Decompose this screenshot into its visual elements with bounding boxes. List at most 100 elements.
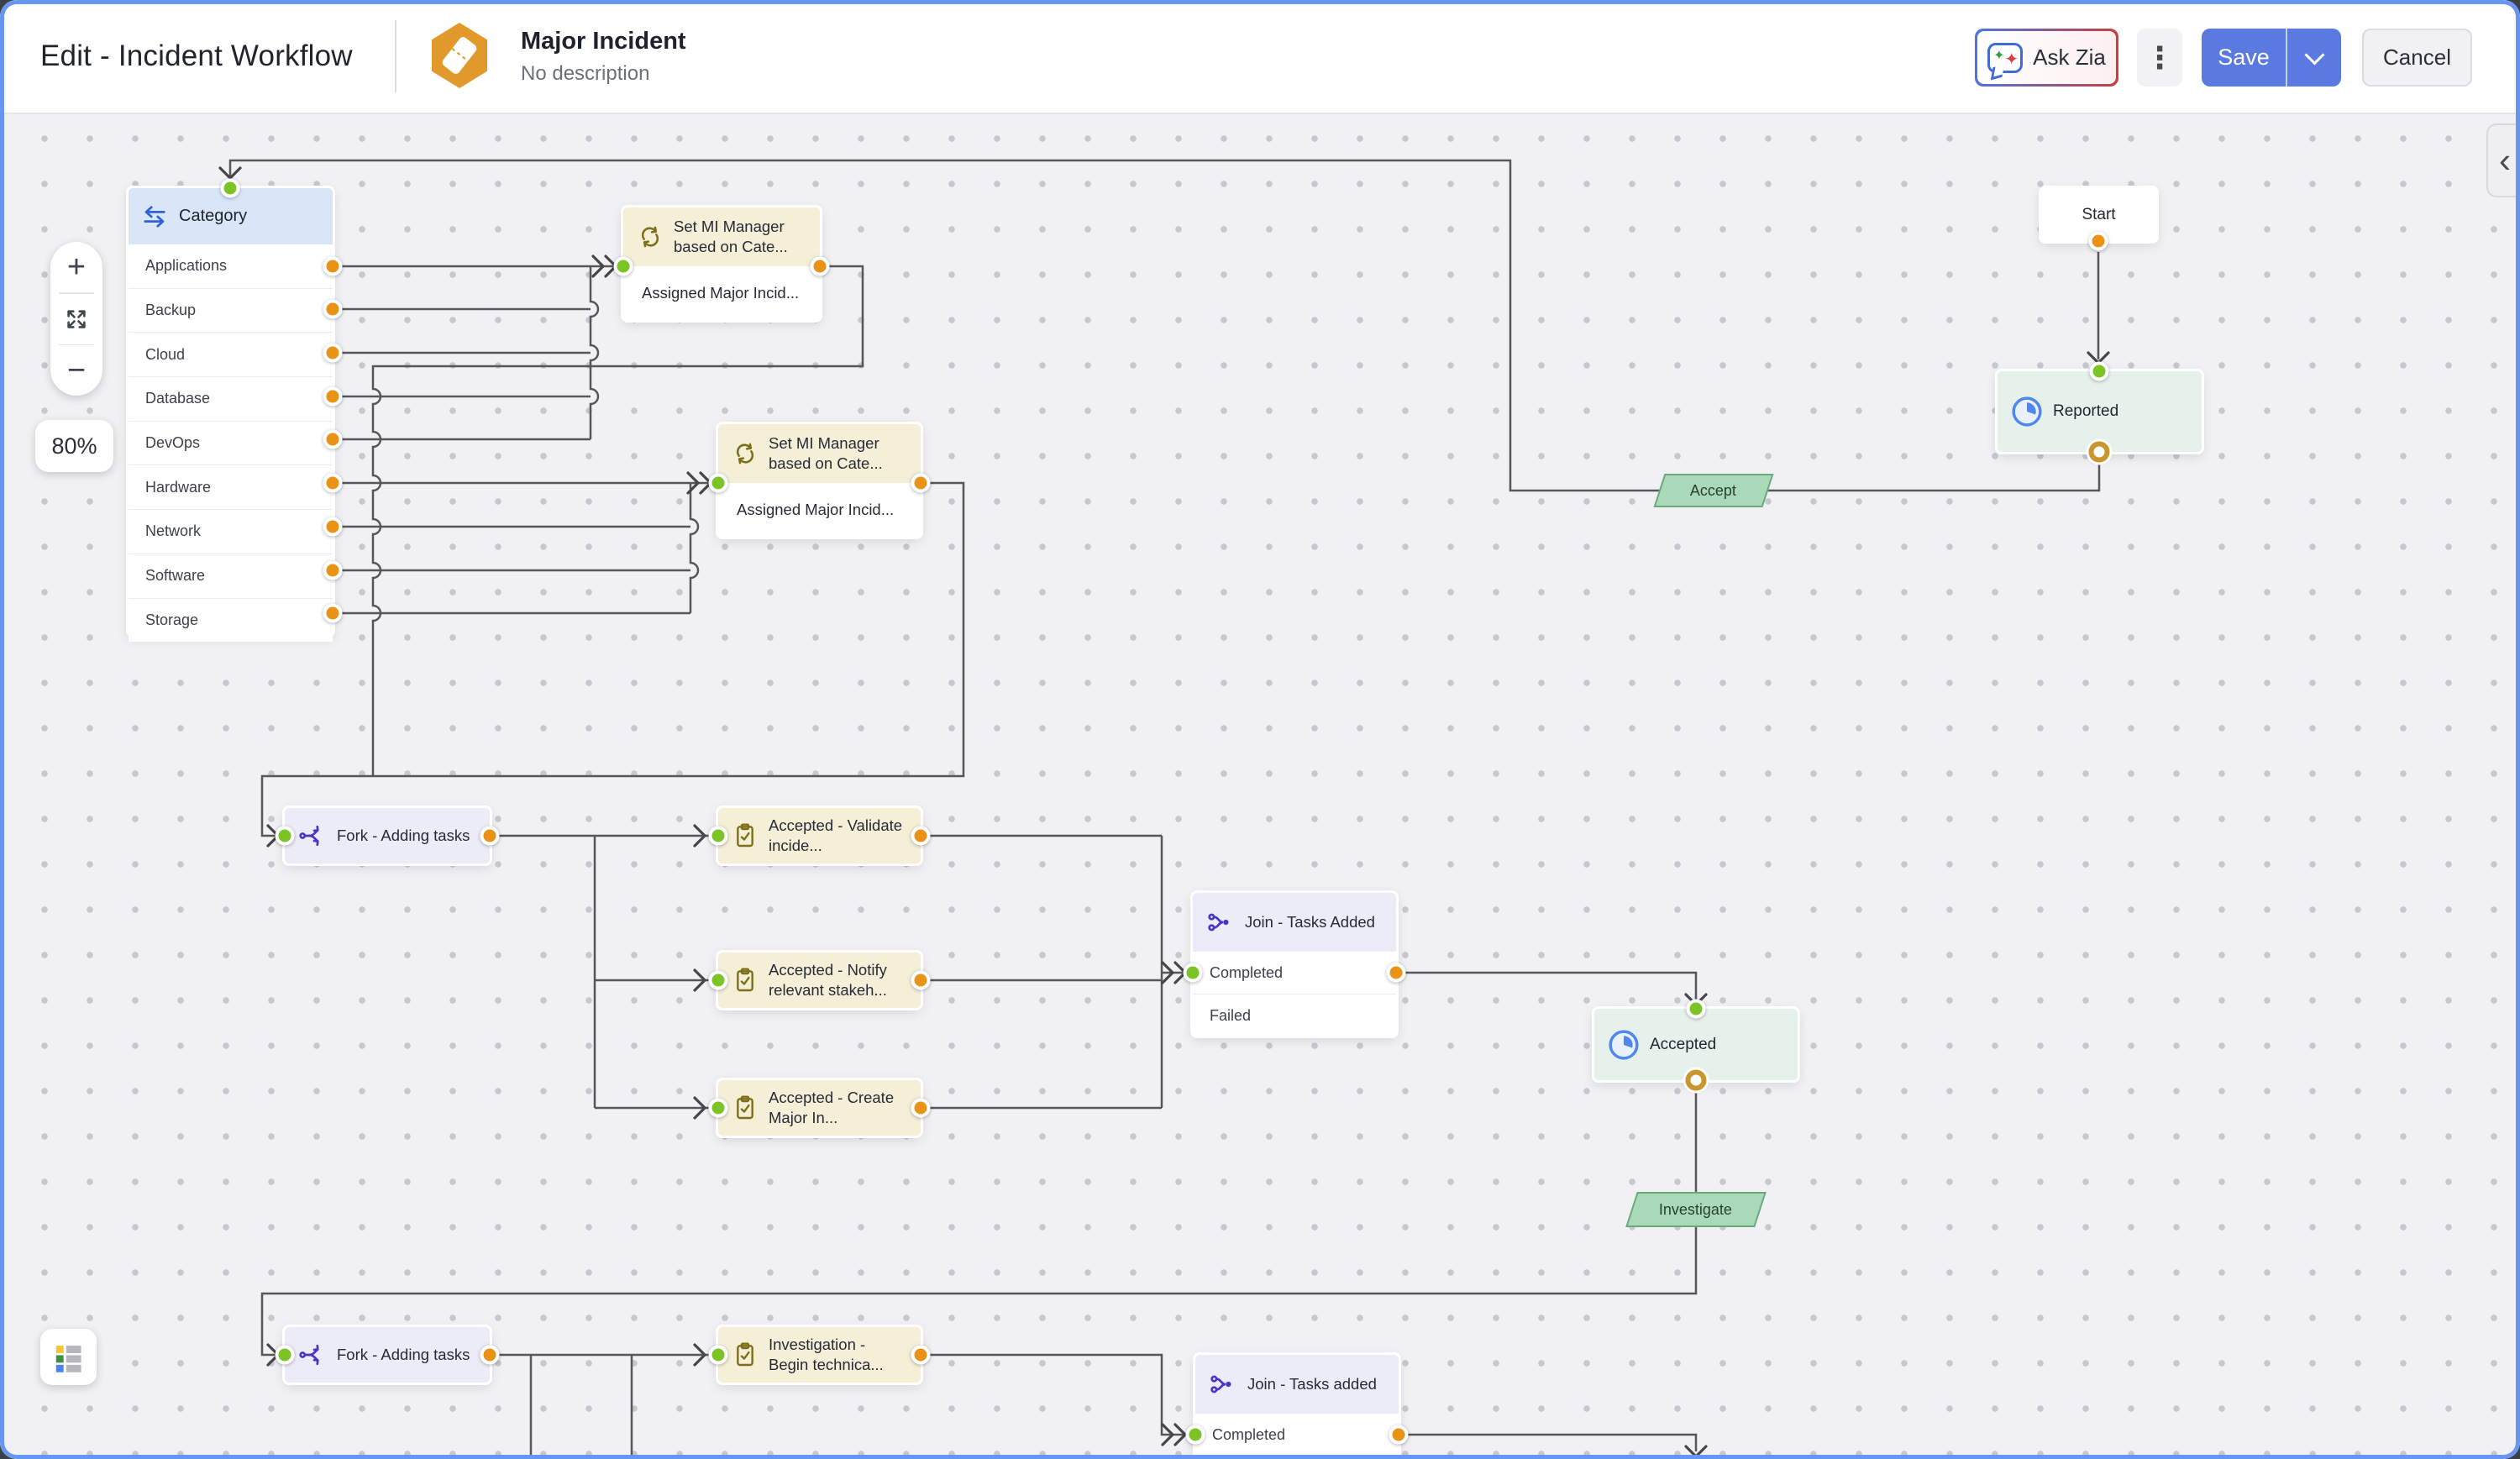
port-out-cloud[interactable]: [323, 344, 343, 363]
port-out-accepted[interactable]: [1686, 1070, 1707, 1091]
port-out-fork-2[interactable]: [480, 1346, 500, 1365]
set-mi-manager-2-transition[interactable]: Assigned Major Incid...: [718, 483, 921, 537]
port-in-set-mi-1[interactable]: [614, 257, 633, 276]
node-category[interactable]: Category Applications Backup Cloud Datab…: [129, 188, 333, 635]
status-pie-icon: [1608, 1029, 1640, 1061]
port-in-task-notify[interactable]: [709, 971, 728, 990]
join-1-header[interactable]: Join - Tasks Added: [1193, 893, 1396, 952]
clipboard-icon: [732, 822, 759, 849]
zia-chat-icon: ✦ ✦: [1987, 43, 2023, 73]
port-out-reported[interactable]: [2089, 442, 2110, 463]
node-set-mi-manager-1[interactable]: Set MI Manager based on Cate... Assigned…: [623, 207, 820, 320]
port-out-join-1-completed[interactable]: [1387, 963, 1406, 983]
set-mi-manager-1-transition[interactable]: Assigned Major Incid...: [623, 266, 820, 320]
legend-list-icon: [53, 1341, 85, 1373]
node-task-investigation[interactable]: Investigation - Begin technica...: [718, 1327, 921, 1383]
port-out-network[interactable]: [323, 517, 343, 537]
join-2-outcome-completed[interactable]: Completed: [1195, 1414, 1399, 1456]
join-icon: [1209, 1370, 1237, 1399]
port-out-task-create[interactable]: [911, 1099, 931, 1118]
category-item-backup[interactable]: Backup: [129, 288, 333, 333]
port-in-join-2[interactable]: [1186, 1425, 1205, 1445]
port-in-reported[interactable]: [2090, 362, 2109, 381]
port-out-set-mi-2[interactable]: [911, 474, 931, 493]
port-in-category[interactable]: [221, 179, 240, 198]
port-in-task-investigation[interactable]: [709, 1346, 728, 1365]
sparkle-icon: ✦: [1993, 47, 2004, 64]
port-out-fork-1[interactable]: [480, 827, 500, 846]
kebab-icon: ⋮: [2145, 40, 2175, 76]
join-1-outcome-failed[interactable]: Failed: [1193, 994, 1396, 1037]
collapse-panel-tab[interactable]: ‹: [2486, 123, 2520, 197]
save-button[interactable]: Save: [2202, 45, 2286, 71]
divider: [395, 20, 396, 92]
port-out-backup[interactable]: [323, 300, 343, 319]
legend-button[interactable]: [40, 1329, 97, 1385]
node-join-2[interactable]: Join - Tasks added Completed: [1195, 1355, 1399, 1459]
category-item-devops[interactable]: DevOps: [129, 421, 333, 465]
port-in-accepted[interactable]: [1687, 1000, 1706, 1019]
port-out-task-notify[interactable]: [911, 971, 931, 990]
port-out-hardware[interactable]: [323, 474, 343, 493]
node-task-create[interactable]: Accepted - Create Major In...: [718, 1080, 921, 1136]
category-item-storage[interactable]: Storage: [129, 598, 333, 643]
port-in-fork-2[interactable]: [276, 1346, 295, 1365]
zoom-controls: + −: [50, 242, 102, 396]
save-split-button: Save: [2202, 29, 2341, 87]
set-mi-manager-2-header[interactable]: Set MI Manager based on Cate...: [718, 424, 921, 483]
port-out-applications[interactable]: [323, 257, 343, 276]
cancel-button[interactable]: Cancel: [2362, 29, 2472, 87]
zoom-out-button[interactable]: −: [50, 345, 102, 396]
category-item-hardware[interactable]: Hardware: [129, 464, 333, 509]
port-out-software[interactable]: [323, 561, 343, 580]
port-out-devops[interactable]: [323, 430, 343, 449]
fit-screen-button[interactable]: [50, 294, 102, 344]
port-out-task-investigation[interactable]: [911, 1346, 931, 1365]
fork-icon: [298, 1341, 327, 1369]
join-2-header[interactable]: Join - Tasks added: [1195, 1355, 1399, 1414]
node-task-notify[interactable]: Accepted - Notify relevant stakeh...: [718, 953, 921, 1008]
port-out-set-mi-1[interactable]: [811, 257, 830, 276]
port-out-task-validate[interactable]: [911, 827, 931, 846]
category-item-applications[interactable]: Applications: [129, 244, 333, 288]
edge-label-investigate[interactable]: Investigate: [1625, 1192, 1767, 1227]
category-item-network[interactable]: Network: [129, 509, 333, 554]
node-join-1[interactable]: Join - Tasks Added Completed Failed: [1193, 893, 1396, 1036]
category-item-software[interactable]: Software: [129, 554, 333, 598]
category-title: Category: [179, 207, 247, 226]
join-1-title: Join - Tasks Added: [1245, 912, 1375, 932]
workflow-description: No description: [521, 62, 649, 86]
reported-label: Reported: [2053, 402, 2118, 421]
node-fork-1[interactable]: Fork - Adding tasks: [285, 808, 490, 863]
port-in-task-create[interactable]: [709, 1099, 728, 1118]
port-out-storage[interactable]: [323, 604, 343, 623]
ask-zia-button[interactable]: ✦ ✦ Ask Zia: [1975, 29, 2118, 87]
port-in-join-1[interactable]: [1184, 963, 1203, 983]
port-out-database[interactable]: [323, 387, 343, 407]
port-in-fork-1[interactable]: [276, 827, 295, 846]
zoom-in-button[interactable]: +: [50, 242, 102, 292]
node-task-validate[interactable]: Accepted - Validate incide...: [718, 808, 921, 863]
node-reported[interactable]: Reported: [1998, 371, 2202, 452]
port-out-join-2-completed[interactable]: [1389, 1425, 1409, 1445]
set-mi-manager-2-title: Set MI Manager based on Cate...: [769, 433, 909, 474]
fork-2-title: Fork - Adding tasks: [337, 1345, 470, 1365]
port-in-set-mi-2[interactable]: [709, 474, 728, 493]
edge-label-accept[interactable]: Accept: [1654, 474, 1774, 507]
category-item-database[interactable]: Database: [129, 376, 333, 421]
join-1-outcome-completed[interactable]: Completed: [1193, 952, 1396, 994]
more-options-button[interactable]: ⋮: [2137, 29, 2182, 87]
node-fork-2[interactable]: Fork - Adding tasks: [285, 1327, 490, 1383]
page-title: Edit - Incident Workflow: [40, 39, 353, 73]
save-dropdown-button[interactable]: [2287, 29, 2341, 87]
node-set-mi-manager-2[interactable]: Set MI Manager based on Cate... Assigned…: [718, 424, 921, 537]
set-mi-manager-1-title: Set MI Manager based on Cate...: [674, 217, 808, 257]
status-pie-icon: [2011, 396, 2043, 428]
category-item-cloud[interactable]: Cloud: [129, 332, 333, 376]
port-in-task-validate[interactable]: [709, 827, 728, 846]
zoom-level-badge[interactable]: 80%: [35, 420, 113, 472]
chevron-down-icon: [2304, 45, 2324, 65]
set-mi-manager-1-header[interactable]: Set MI Manager based on Cate...: [623, 207, 820, 266]
sparkle-icon: ✦: [2004, 49, 2019, 70]
port-out-start[interactable]: [2089, 232, 2108, 251]
